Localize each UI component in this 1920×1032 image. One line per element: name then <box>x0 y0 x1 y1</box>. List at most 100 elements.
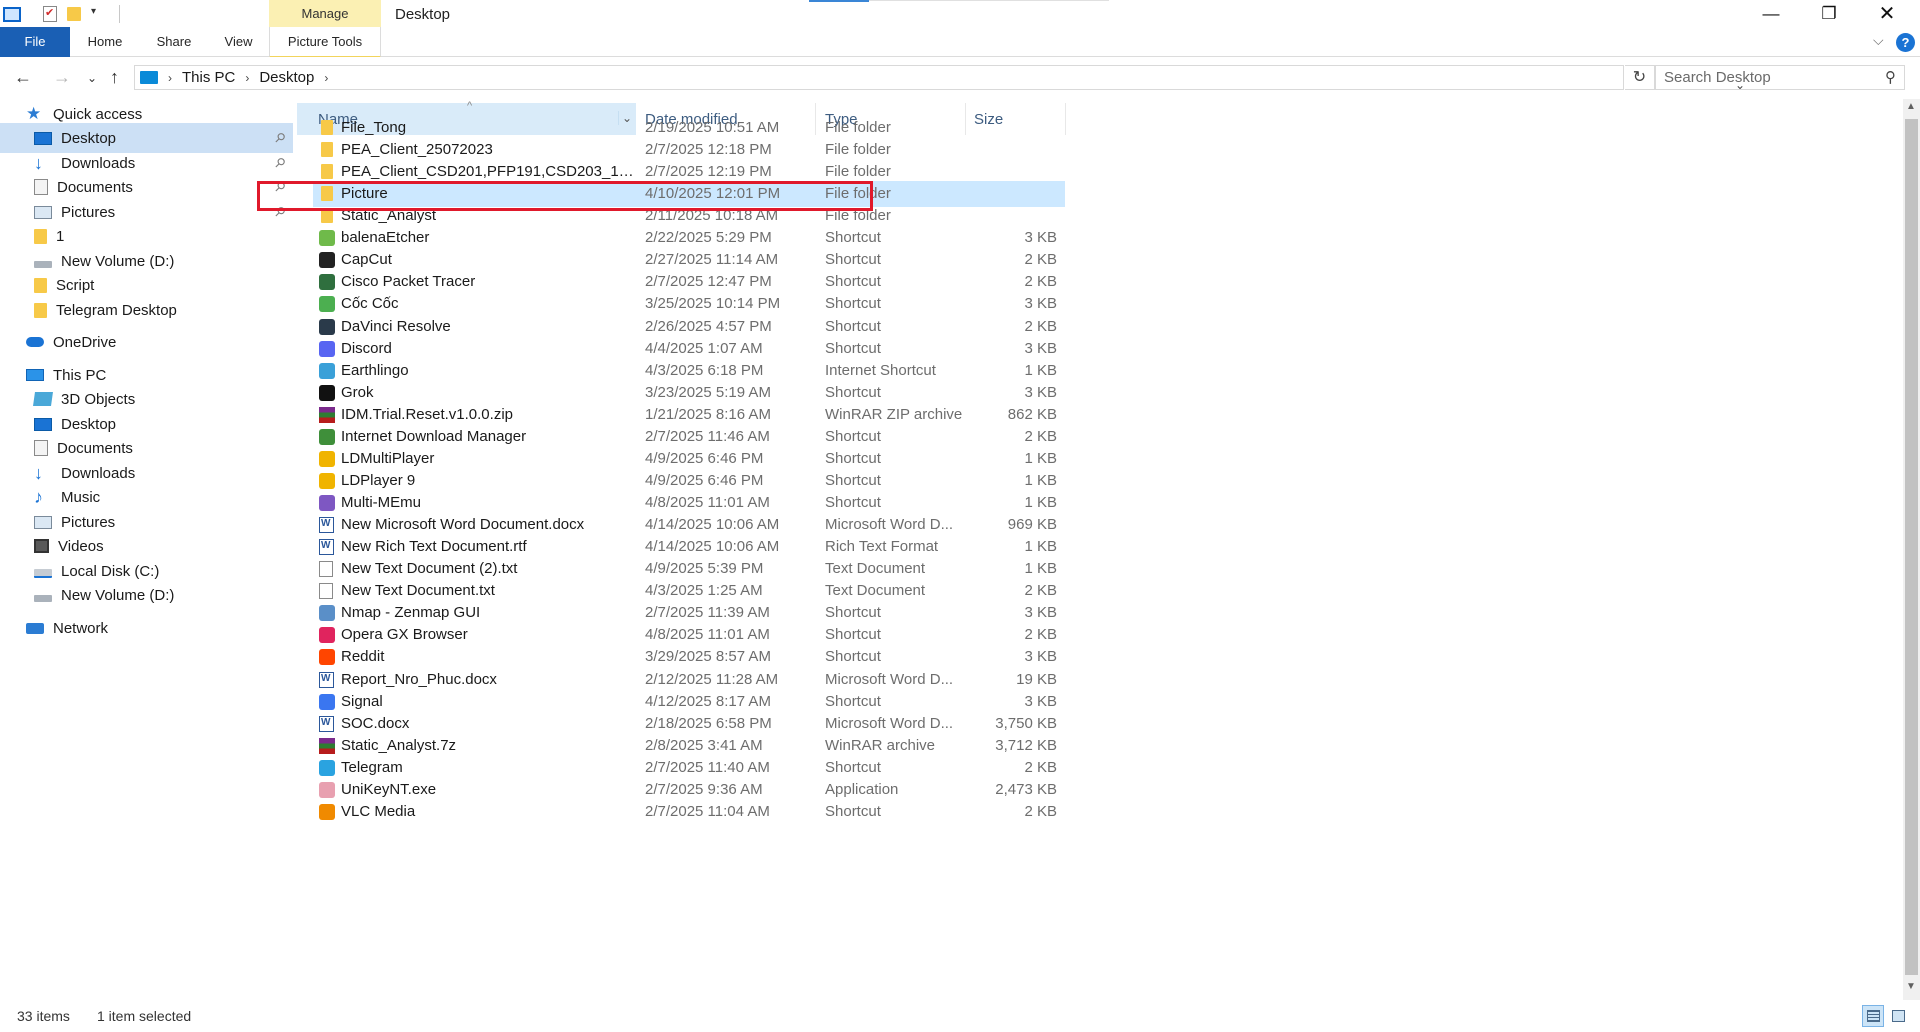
sidebar-item-label: Videos <box>58 537 104 555</box>
file-size: 1 KB <box>1024 560 1057 578</box>
file-name: PEA_Client_CSD201,PFP191,CSD203_1906... <box>341 163 641 181</box>
search-box[interactable]: ⚲ <box>1655 65 1905 90</box>
breadcrumb-separator[interactable]: › <box>168 71 172 85</box>
file-date: 2/18/2025 6:58 PM <box>645 714 772 732</box>
coccoc-icon <box>319 296 335 313</box>
search-icon[interactable]: ⚲ <box>1885 68 1896 86</box>
objects-3d-icon <box>33 392 53 406</box>
large-icons-view-button[interactable] <box>1887 1005 1909 1027</box>
file-row[interactable]: VLC Media 2/7/2025 11:04 AM Shortcut 2 KB <box>313 799 1065 825</box>
folder-icon <box>321 142 333 158</box>
maximize-button[interactable]: ❐ <box>1800 0 1858 27</box>
pin-icon[interactable]: ⚲ <box>271 129 288 147</box>
folder-icon <box>34 277 47 293</box>
breadcrumb-desktop[interactable]: Desktop <box>259 69 314 86</box>
tab-picture-tools[interactable]: Picture Tools <box>269 27 381 58</box>
file-size: 3 KB <box>1024 295 1057 313</box>
scroll-down-icon[interactable]: ▼ <box>1906 981 1916 992</box>
file-name: Nmap - Zenmap GUI <box>341 604 481 622</box>
sidebar-item-label: New Volume (D:) <box>61 586 175 604</box>
file-size: 862 KB <box>1007 405 1057 423</box>
file-name: New Microsoft Word Document.docx <box>341 516 585 534</box>
up-button[interactable]: ↑ <box>110 67 119 88</box>
drive-icon <box>34 260 52 268</box>
tab-home[interactable]: Home <box>70 27 140 57</box>
minimize-button[interactable]: — <box>1742 0 1800 27</box>
file-name: Report_Nro_Phuc.docx <box>341 670 497 688</box>
sidebar-item-label: Downloads <box>61 154 136 172</box>
breadcrumb-separator[interactable]: › <box>245 71 249 85</box>
file-date: 2/19/2025 10:51 AM <box>645 119 780 136</box>
pin-icon[interactable]: ⚲ <box>271 203 288 221</box>
file-date: 4/14/2025 10:06 AM <box>645 538 780 556</box>
customize-toolbar-icon[interactable]: ▾ <box>91 6 105 22</box>
file-name: New Rich Text Document.rtf <box>341 538 527 556</box>
file-type: Shortcut <box>825 449 881 467</box>
file-size: 3 KB <box>1024 692 1057 710</box>
tab-file[interactable]: File <box>0 27 70 57</box>
tab-view[interactable]: View <box>208 27 269 57</box>
word-icon <box>319 715 334 732</box>
window-icon[interactable] <box>3 6 21 22</box>
vertical-scrollbar[interactable]: ▲ ▼ <box>1903 99 1920 1000</box>
file-name: DaVinci Resolve <box>341 317 451 335</box>
music-icon: ♪ <box>34 487 43 507</box>
sidebar-item[interactable]: Telegram Desktop <box>0 295 293 325</box>
folder-icon <box>321 186 333 202</box>
refresh-button[interactable]: ↻ <box>1625 65 1655 90</box>
file-name: Static_Analyst <box>341 207 437 225</box>
file-date: 4/3/2025 1:25 AM <box>645 582 763 600</box>
file-size: 1 KB <box>1024 449 1057 467</box>
forward-button[interactable]: → <box>53 67 71 88</box>
file-size: 2 KB <box>1024 802 1057 820</box>
earthlingo-icon <box>319 362 335 379</box>
file-date: 3/29/2025 8:57 AM <box>645 648 771 666</box>
recent-locations-button[interactable]: ⌄ <box>87 71 97 85</box>
sidebar-item-label: Desktop <box>61 415 117 433</box>
download-icon: ↓ <box>34 463 43 483</box>
cloud-icon <box>26 337 44 347</box>
expand-ribbon-icon[interactable]: ⌵ <box>1873 32 1884 49</box>
file-type: File folder <box>825 185 891 203</box>
search-input[interactable] <box>1656 66 1866 89</box>
help-icon[interactable]: ? <box>1896 33 1915 52</box>
sidebar-item-label: This PC <box>53 366 107 384</box>
pin-icon[interactable]: ⚲ <box>271 178 288 196</box>
pin-icon[interactable]: ⚲ <box>271 154 288 172</box>
file-type: Shortcut <box>825 383 881 401</box>
file-date: 2/7/2025 11:46 AM <box>645 427 770 445</box>
window-title: Desktop <box>395 6 451 23</box>
file-date: 4/14/2025 10:06 AM <box>645 516 780 534</box>
sidebar-item[interactable]: New Volume (D:) <box>0 580 293 610</box>
file-type: Internet Shortcut <box>825 361 936 379</box>
file-type: Text Document <box>825 560 926 578</box>
breadcrumb-this-pc[interactable]: This PC <box>182 69 235 86</box>
tab-share[interactable]: Share <box>140 27 208 57</box>
sidebar-item[interactable]: OneDrive <box>0 327 293 357</box>
file-name: LDMultiPlayer <box>341 449 435 467</box>
quick-access-toolbar: ▾ <box>0 3 120 25</box>
ribbon-tabs: File Home Share View Picture Tools ⌵ ? <box>0 27 1920 58</box>
tab-manage[interactable]: Manage <box>269 0 381 27</box>
new-folder-icon[interactable] <box>67 7 81 21</box>
back-button[interactable]: ← <box>14 67 32 88</box>
pictures-icon <box>34 515 52 529</box>
address-bar[interactable]: › This PC › Desktop › ⌄ <box>134 65 1745 92</box>
sidebar-item[interactable]: Network <box>0 613 293 643</box>
cisco-icon <box>319 274 335 291</box>
file-type: Shortcut <box>825 626 881 644</box>
close-button[interactable]: ✕ <box>1858 0 1916 27</box>
grok-icon <box>319 384 335 401</box>
file-size: 2 KB <box>1024 251 1057 269</box>
vlc-icon <box>319 803 335 820</box>
properties-icon[interactable] <box>43 6 57 22</box>
breadcrumb-separator[interactable]: › <box>324 71 328 85</box>
sidebar-item-label: Network <box>53 619 109 637</box>
file-date: 3/23/2025 5:19 AM <box>645 383 771 401</box>
file-name: Earthlingo <box>341 361 409 379</box>
details-view-button[interactable] <box>1862 1005 1884 1027</box>
scrollbar-thumb[interactable] <box>1905 119 1918 975</box>
file-name: balenaEtcher <box>341 229 430 247</box>
scroll-up-icon[interactable]: ▲ <box>1906 101 1916 112</box>
drive-icon <box>34 594 52 602</box>
